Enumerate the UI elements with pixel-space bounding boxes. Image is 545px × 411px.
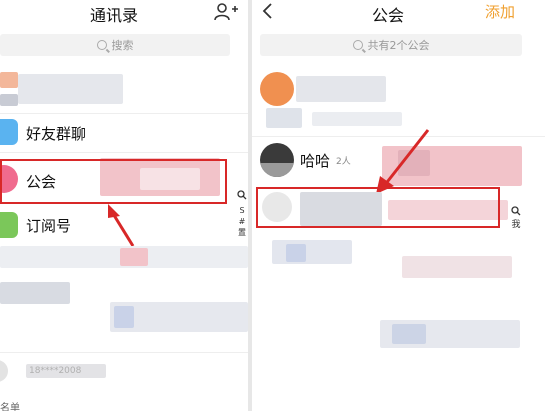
contact-item-label: 好友群聊 xyxy=(26,125,87,143)
contacts-navbar: 通讯录 xyxy=(0,0,248,26)
index-bar[interactable]: 我 xyxy=(510,220,522,231)
search-placeholder: 共有2个公会 xyxy=(367,39,430,52)
highlight-box xyxy=(0,159,227,204)
friend-group-icon xyxy=(0,119,18,145)
blurred-contact xyxy=(120,248,148,266)
blurred-avatar xyxy=(0,72,18,88)
blurred-block xyxy=(0,94,18,106)
search-icon xyxy=(352,40,363,50)
annotation-arrow xyxy=(376,129,430,194)
blurred-guild-meta xyxy=(266,108,302,128)
page-title: 公会 xyxy=(372,6,405,25)
index-bar[interactable]: S # 置 xyxy=(236,205,248,238)
index-search-icon[interactable] xyxy=(237,190,247,200)
guild-search-input[interactable]: 共有2个公会 xyxy=(260,34,522,56)
blurred-contact xyxy=(114,306,134,328)
search-placeholder: 搜索 xyxy=(111,39,134,52)
blurred-content xyxy=(272,240,352,264)
page-title: 通讯录 xyxy=(90,6,139,25)
highlight-box xyxy=(256,187,500,228)
add-friend-icon[interactable] xyxy=(214,2,238,22)
index-letter[interactable]: # xyxy=(236,216,248,227)
annotation-arrow xyxy=(108,204,135,247)
add-guild-button[interactable]: 添加 xyxy=(485,1,515,22)
index-letter[interactable]: 我 xyxy=(510,220,522,231)
blurred-content xyxy=(286,244,306,262)
guild-avatar xyxy=(260,143,294,177)
blurred-contact xyxy=(0,282,70,304)
blurred-name xyxy=(18,74,123,104)
blurred-content xyxy=(392,324,426,344)
divider-line xyxy=(0,352,248,353)
index-letter[interactable]: S xyxy=(236,205,248,216)
index-search-icon[interactable] xyxy=(511,206,521,216)
back-chevron-icon[interactable] xyxy=(261,2,273,20)
blurred-phone: 18****2008 xyxy=(26,364,106,378)
contacts-panel: 通讯录 搜索 好友群聊 公会 订阅号 18****2008 名单 S # 置 xyxy=(0,0,248,411)
divider-line xyxy=(0,152,248,153)
section-footer: 名单 xyxy=(0,403,20,411)
guild-name: 哈哈 xyxy=(300,152,331,170)
blurred-guild-name xyxy=(296,76,386,102)
subscription-icon xyxy=(0,212,18,238)
guilds-navbar: 公会 添加 xyxy=(252,0,545,26)
guild-member-count: 2人 xyxy=(336,157,351,167)
index-letter[interactable]: 置 xyxy=(236,227,248,238)
search-icon xyxy=(96,40,107,50)
contact-item-label: 订阅号 xyxy=(26,217,72,235)
blurred-content xyxy=(402,256,512,278)
guild-avatar xyxy=(260,72,294,106)
guilds-panel: 公会 添加 共有2个公会 哈哈 2人 我 xyxy=(252,0,545,411)
contact-avatar xyxy=(0,360,8,382)
contacts-search-input[interactable]: 搜索 xyxy=(0,34,230,56)
divider-line xyxy=(0,113,248,114)
